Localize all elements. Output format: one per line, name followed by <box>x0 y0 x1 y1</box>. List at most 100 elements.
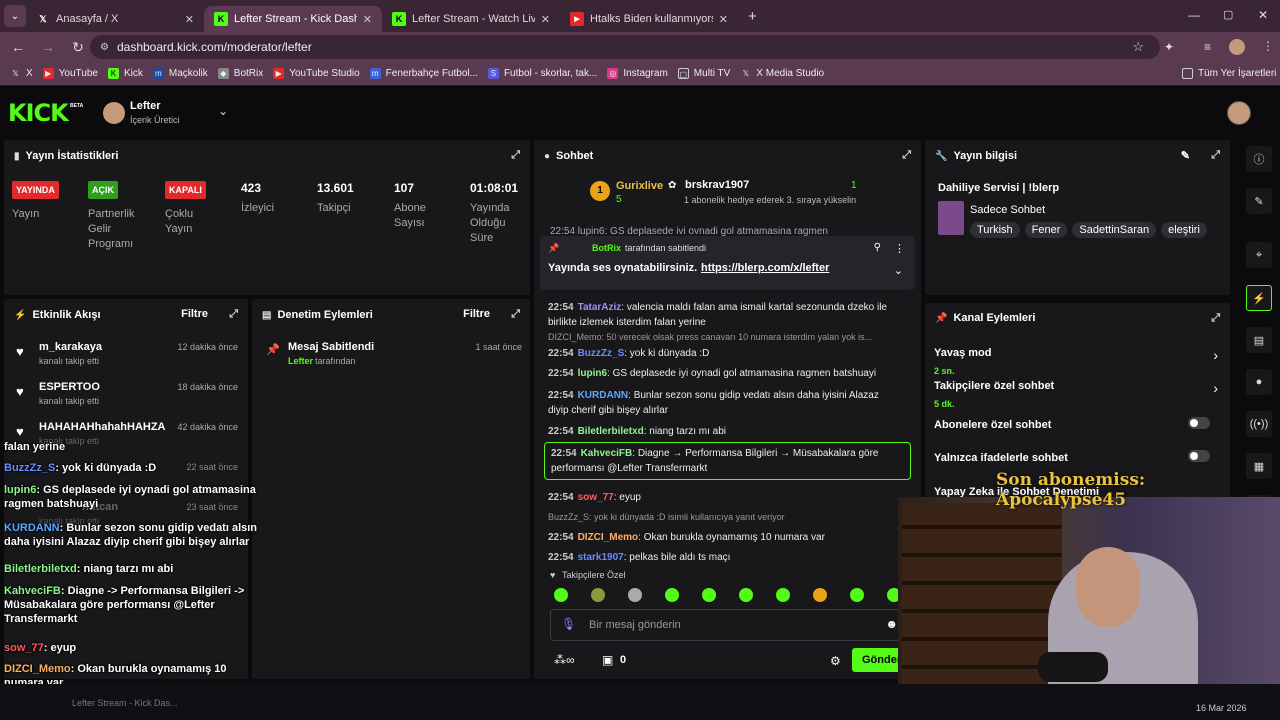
browser-tab-bar: ⌄ 𝕏 Anasayfa / X ✕ K Lefter Stream - Kick D… <box>0 0 1280 32</box>
overlay-username: KahveciFB <box>4 585 61 597</box>
overlay-text: falan yerine <box>4 441 66 453</box>
document-icon[interactable]: ▤ <box>1246 327 1272 353</box>
filter-button[interactable]: Filtre <box>463 308 490 320</box>
overlay-username: KURDANN <box>4 522 60 534</box>
close-window-button[interactable]: ✕ <box>1258 8 1268 22</box>
timestamp: 22:54 <box>548 368 574 379</box>
bolt-icon[interactable]: ⚡ <box>1246 285 1272 311</box>
forward-icon[interactable]: → <box>36 39 60 55</box>
chart-icon: ▮ <box>14 150 20 162</box>
chat-message: 22:54 KURDANN: Bunlar sezon sonu gidip ve… <box>548 388 898 418</box>
expand-icon[interactable]: ⤢ <box>229 308 238 321</box>
chat-username[interactable]: lupin6 <box>578 368 607 379</box>
bookmark-mackolik[interactable]: m Maçkolik <box>152 68 208 79</box>
taskbar: Lefter Stream - Kick Das... 16 Mar 2026 <box>0 684 1280 720</box>
extensions-icon[interactable]: ✦ <box>1164 40 1174 54</box>
broadcast-icon[interactable]: ((•)) <box>1246 411 1272 437</box>
moderation-actions-panel: ▤ Denetim Eylemleri Filtre ⤢ 📌 Mesaj Sabitl… <box>252 299 530 679</box>
bookmark-futbol[interactable]: S Futbol - skorlar, tak... <box>487 68 597 79</box>
bookmark-youtube[interactable]: ▶ YouTube <box>42 68 98 79</box>
chat-username[interactable]: TatarAziz <box>578 302 622 313</box>
user-avatar[interactable] <box>103 102 125 124</box>
info-icon[interactable]: ⓘ <box>1246 146 1272 172</box>
close-icon[interactable]: ✕ <box>363 13 372 26</box>
stat-followers: 13.601 Takipçi <box>317 181 354 214</box>
channel-action-emotes-only[interactable]: Yalnızca ifadelerle sohbet <box>934 448 1224 466</box>
overlay-chat-line: KURDANN: Bunlar sezon sonu gidip vedatı … <box>4 521 264 549</box>
chat-text: : eyup <box>613 492 641 503</box>
pin-icon: 📌 <box>266 344 280 356</box>
kick-logo[interactable]: KICK <box>8 99 69 127</box>
chat-username[interactable]: sow_77 <box>578 492 614 503</box>
folder-icon <box>1182 68 1193 79</box>
close-icon[interactable]: ✕ <box>185 13 194 26</box>
chat-bubble-icon[interactable]: ● <box>1246 369 1272 395</box>
stream-stats-panel: ▮ Yayın İstatistikleri ⤢ YAYINDA Yayın AÇI… <box>4 140 530 295</box>
tag[interactable]: Fener <box>1024 222 1068 238</box>
focus-icon[interactable]: ⌖ <box>1246 242 1272 268</box>
profile-avatar[interactable] <box>1229 39 1245 55</box>
expand-icon[interactable]: ⤢ <box>511 149 520 162</box>
pin-icon: 📌 <box>935 312 948 324</box>
bookmark-fenerbahce[interactable]: m Fenerbahçe Futbol... <box>369 68 478 79</box>
toggle-switch[interactable] <box>1188 450 1210 462</box>
bookmark-x-media-studio[interactable]: 𝕏X Media Studio <box>740 68 825 79</box>
overlay-username: DIZCI_Memo <box>4 663 71 675</box>
chat-text: : Okan burukla oynamamış 10 numara var <box>638 532 825 543</box>
chevron-down-icon[interactable]: ⌄ <box>218 104 228 118</box>
bookmark-multitv[interactable]: ▢ Multi TV <box>677 68 730 79</box>
all-bookmarks[interactable]: Tüm Yer İşaretleri <box>1182 68 1276 79</box>
chat-username[interactable]: KahveciFB <box>581 448 633 459</box>
taskbar-window[interactable]: Lefter Stream - Kick Das... <box>72 698 178 708</box>
bolt-icon: ⚡ <box>14 309 27 321</box>
tab-youtube[interactable]: ▶Htalks Biden kullanmıyorsanız✕ <box>560 6 738 32</box>
tab-kick-dashboard[interactable]: KLefter Stream - Kick Dashboard✕ <box>204 6 382 32</box>
wrench-icon: 🔧 <box>935 150 948 162</box>
overlay-text: : yok ki dünyada :D <box>55 462 157 474</box>
tag[interactable]: SadettinSaran <box>1072 222 1157 238</box>
site-info-icon[interactable]: ⚙ <box>100 42 109 53</box>
tag[interactable]: eleştiri <box>1161 222 1207 238</box>
channel-action-followers-only[interactable]: Takipçilere özel sohbet 5 dk. › <box>934 376 1224 409</box>
stat-uptime: 01:08:01 Yayında Olduğu Süre <box>470 181 519 244</box>
back-icon[interactable]: ← <box>6 39 30 55</box>
edit-icon[interactable]: ✎ <box>1246 188 1272 214</box>
new-tab-button[interactable]: + <box>748 8 757 25</box>
close-icon[interactable]: ✕ <box>541 13 550 26</box>
expand-icon[interactable]: ⤢ <box>1211 312 1220 325</box>
tag[interactable]: Turkish <box>970 222 1020 238</box>
menu-icon[interactable]: ⋮ <box>1262 39 1274 53</box>
bookmark-youtube-studio[interactable]: ▶ YouTube Studio <box>273 68 360 79</box>
bookmark-x[interactable]: 𝕏X <box>10 68 32 79</box>
chat-username[interactable]: KURDANN <box>578 390 629 401</box>
bookmark-botrix[interactable]: ◆ BotRix <box>217 68 263 79</box>
channel-action-subscribers-only[interactable]: Abonelere özel sohbet <box>934 415 1224 433</box>
chat-username[interactable]: BuzzZz_S <box>578 348 625 359</box>
webcam-overlay <box>898 497 1280 700</box>
bookmark-kick[interactable]: K Kick <box>107 68 143 79</box>
expand-icon[interactable]: ⤢ <box>511 308 520 321</box>
expand-icon[interactable]: ⤢ <box>1211 149 1220 162</box>
header-avatar[interactable] <box>1227 101 1251 125</box>
close-icon[interactable]: ✕ <box>719 13 728 26</box>
url-field[interactable]: ⚙ dashboard.kick.com/moderator/lefter ☆ <box>90 35 1160 59</box>
tab-list-icon[interactable]: ⌄ <box>4 5 26 27</box>
bookmark-star-icon[interactable]: ☆ <box>1132 39 1144 55</box>
tab-kick-watch[interactable]: KLefter Stream - Watch Live on K✕ <box>382 6 560 32</box>
chat-username[interactable]: DIZCI_Memo <box>578 532 639 543</box>
channel-action-slow-mode[interactable]: Yavaş mod 2 sn. › <box>934 343 1224 376</box>
bookmark-instagram[interactable]: ◎ Instagram <box>607 68 668 79</box>
maximize-button[interactable]: ▢ <box>1223 8 1233 21</box>
chat-message: 22:54 BuzzZz_S: yok ki dünyada :D <box>548 346 898 361</box>
minimize-button[interactable]: — <box>1188 8 1200 22</box>
timestamp: 22:54 <box>548 348 574 359</box>
edit-icon[interactable]: ✎ <box>1181 149 1190 162</box>
chat-username[interactable]: stark1907 <box>578 552 624 563</box>
status-badge: KAPALI <box>165 181 206 199</box>
chat-username[interactable]: Biletlerbiletxd <box>578 426 644 437</box>
tab-x[interactable]: 𝕏 Anasayfa / X ✕ <box>26 6 204 32</box>
filter-button[interactable]: Filtre <box>181 308 208 320</box>
reload-icon[interactable]: ↻ <box>66 39 90 56</box>
toggle-switch[interactable] <box>1188 417 1210 429</box>
media-icon[interactable]: ≡ <box>1204 40 1211 54</box>
